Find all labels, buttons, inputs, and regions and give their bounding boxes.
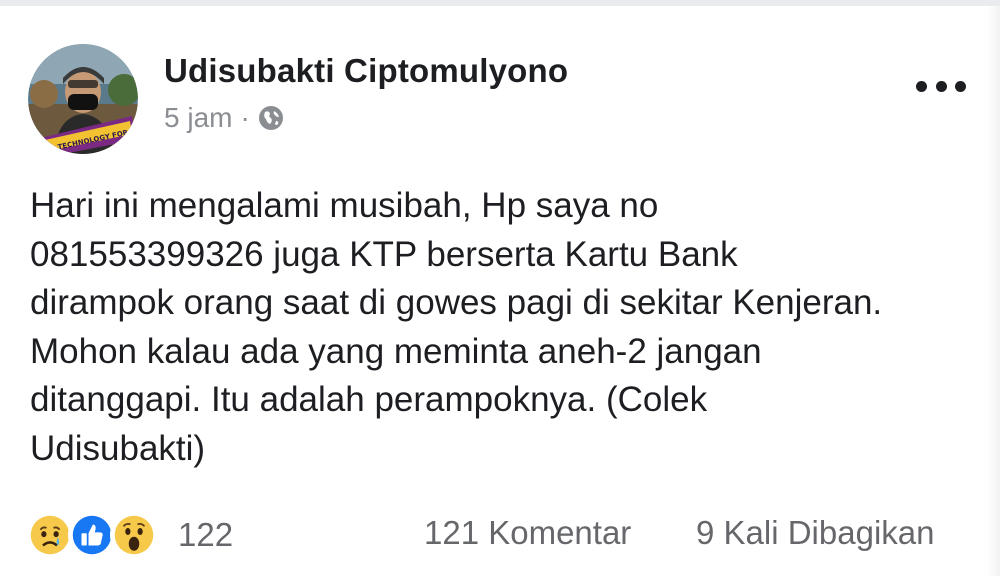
post-time[interactable]: 5 jam	[164, 102, 232, 134]
reaction-icons	[26, 511, 166, 559]
post-body: Hari ini mengalami musibah, Hp saya no 0…	[30, 186, 883, 468]
author-name[interactable]: Udisubakti Ciptomulyono	[164, 52, 568, 90]
post-meta: 5 jam ·	[164, 102, 284, 134]
meta-separator: ·	[240, 102, 250, 133]
sad-icon	[26, 511, 74, 559]
more-dot	[935, 80, 947, 92]
globe-icon	[258, 105, 284, 131]
more-dot	[916, 80, 927, 92]
shares-count-link[interactable]: 9 Kali Dibagikan	[696, 514, 934, 552]
facebook-post: TECHNOLOGY FOR PROSPERITY Udisubakti Cip…	[0, 6, 1000, 570]
more-options-icon[interactable]	[916, 76, 966, 96]
more-dot	[955, 80, 966, 92]
avatar[interactable]: TECHNOLOGY FOR PROSPERITY	[28, 44, 138, 154]
wow-icon	[110, 511, 158, 559]
reactions-summary[interactable]: 122	[26, 511, 233, 559]
like-icon	[68, 511, 116, 559]
reaction-count: 122	[178, 516, 234, 553]
comments-count-link[interactable]: 121 Komentar	[424, 514, 631, 552]
